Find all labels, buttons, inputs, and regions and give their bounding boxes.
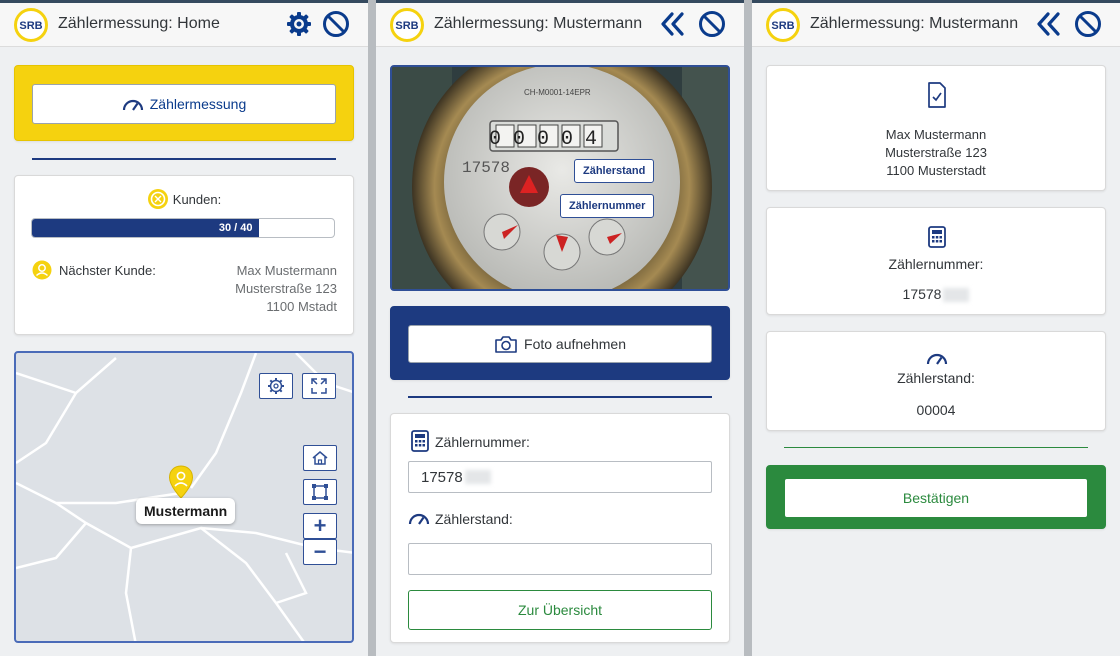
meter-number-display: 17578 (767, 286, 1105, 303)
gauge-icon (122, 99, 143, 111)
next-customer-label: Nächster Kunde: (59, 263, 156, 278)
logo-text: SRB (19, 20, 42, 32)
redacted-digits (943, 288, 970, 303)
meter-reading-input[interactable] (408, 543, 712, 575)
map-view[interactable]: + − Mustermann (14, 351, 354, 643)
customer-progress-card: Kunden: 30 / 40 Nächster Kunde: Max Must… (14, 175, 354, 335)
meter-photo: 00004 17578 CH-M0001-14EPR Zählerstand Z… (390, 65, 730, 291)
measurement-card: Zählermessung (14, 65, 354, 141)
meter-serial: 17578 (462, 159, 510, 177)
page-title: Zählermessung: Mustermann (810, 15, 1019, 32)
meter-digits: 00004 (489, 128, 609, 151)
calculator-icon (411, 430, 429, 452)
map-zoom-out-button[interactable]: − (303, 539, 337, 565)
select-area-icon (312, 484, 328, 500)
progress-fill: 30 / 40 (32, 219, 259, 237)
map-marker-icon[interactable] (168, 465, 194, 499)
page-title: Zählermessung: Home (58, 15, 220, 32)
meter-reading-value: 00004 (916, 402, 956, 418)
photo-tag-reading[interactable]: Zählerstand (574, 159, 655, 183)
capture-screen: SRB Zählermessung: Mustermann 00004 1757… (376, 0, 744, 656)
gauge-icon (408, 513, 430, 525)
section-divider (784, 447, 1088, 448)
meter-reading-label: Zählerstand: (435, 511, 513, 527)
page-title: Zählermessung: Mustermann (434, 15, 643, 32)
customers-label: Kunden: (172, 191, 222, 207)
confirm-card: Bestätigen (766, 465, 1106, 529)
start-measurement-button[interactable]: Zählermessung (32, 84, 336, 124)
map-marker-label: Mustermann (136, 498, 236, 524)
gauge-icon (926, 353, 948, 365)
srb-logo: SRB (390, 8, 424, 42)
next-customer-city: 1100 Mstadt (266, 299, 337, 314)
app-header: SRB Zählermessung: Mustermann (752, 3, 1120, 47)
calculator-icon (928, 226, 946, 248)
meter-model: CH-M0001-14EPR (524, 88, 591, 97)
meter-form-card: Zählernummer: 17578 Zählerstand: Zur Übe… (390, 413, 730, 643)
map-home-button[interactable] (303, 445, 337, 471)
map-select-area-button[interactable] (303, 479, 337, 505)
meter-reading-card: Zählerstand: 00004 (766, 331, 1106, 431)
block-icon[interactable] (697, 9, 727, 39)
map-zoom-in-button[interactable]: + (303, 513, 337, 539)
confirm-button[interactable]: Bestätigen (784, 478, 1088, 518)
overview-button[interactable]: Zur Übersicht (408, 590, 712, 630)
block-icon[interactable] (321, 9, 351, 39)
app-header: SRB Zählermessung: Home (0, 3, 368, 47)
meter-number-label: Zählernummer: (888, 256, 984, 272)
next-customer-address: Max Mustermann Musterstraße 123 1100 Mst… (235, 262, 337, 316)
progress-text: 30 / 40 (218, 222, 253, 234)
home-icon (312, 451, 328, 465)
meter-number-input[interactable]: 17578 (408, 461, 712, 493)
gear-icon (268, 378, 284, 394)
camera-icon (495, 336, 517, 353)
section-divider (408, 396, 712, 398)
redacted-digits (464, 470, 491, 484)
customer-address: Max Mustermann Musterstraße 123 1100 Mus… (767, 126, 1105, 180)
customer-icon (147, 189, 168, 209)
meter-number-value: 17578 (421, 468, 463, 486)
water-meter-image: 00004 17578 CH-M0001-14EPR (392, 67, 728, 289)
take-photo-card: Foto aufnehmen (390, 306, 730, 380)
gear-icon[interactable] (284, 9, 314, 39)
take-photo-label: Foto aufnehmen (524, 336, 626, 352)
person-icon (32, 260, 52, 280)
start-measurement-label: Zählermessung (149, 96, 247, 112)
meter-reading-label: Zählerstand: (897, 370, 975, 386)
meter-number-label: Zählernummer: (435, 434, 530, 450)
customer-name: Max Mustermann (885, 127, 987, 142)
meter-number-value: 17578 (902, 286, 942, 302)
double-chevron-left-icon[interactable] (658, 9, 688, 39)
photo-tag-meter-number[interactable]: Zählernummer (560, 194, 655, 218)
section-divider (32, 158, 336, 160)
block-icon[interactable] (1073, 9, 1103, 39)
summary-screen: SRB Zählermessung: Mustermann Max Muster… (752, 0, 1120, 656)
srb-logo: SRB (14, 8, 48, 42)
document-icon (928, 82, 946, 108)
srb-logo: SRB (766, 8, 800, 42)
map-settings-button[interactable] (259, 373, 293, 399)
fullscreen-icon (311, 378, 327, 394)
home-screen: SRB Zählermessung: Home Zählermessung Ku… (0, 0, 368, 656)
map-fullscreen-button[interactable] (302, 373, 336, 399)
customer-street: Musterstraße 123 (885, 145, 987, 160)
logo-text: SRB (395, 20, 418, 32)
logo-text: SRB (771, 20, 794, 32)
customer-card: Max Mustermann Musterstraße 123 1100 Mus… (766, 65, 1106, 191)
next-customer-name: Max Mustermann (236, 263, 337, 278)
meter-number-card: Zählernummer: 17578 (766, 207, 1106, 315)
app-header: SRB Zählermessung: Mustermann (376, 3, 744, 47)
next-customer-street: Musterstraße 123 (235, 281, 337, 296)
customer-progress-bar: 30 / 40 (31, 218, 335, 238)
take-photo-button[interactable]: Foto aufnehmen (408, 325, 712, 363)
double-chevron-left-icon[interactable] (1034, 9, 1064, 39)
customer-city: 1100 Musterstadt (886, 163, 986, 178)
